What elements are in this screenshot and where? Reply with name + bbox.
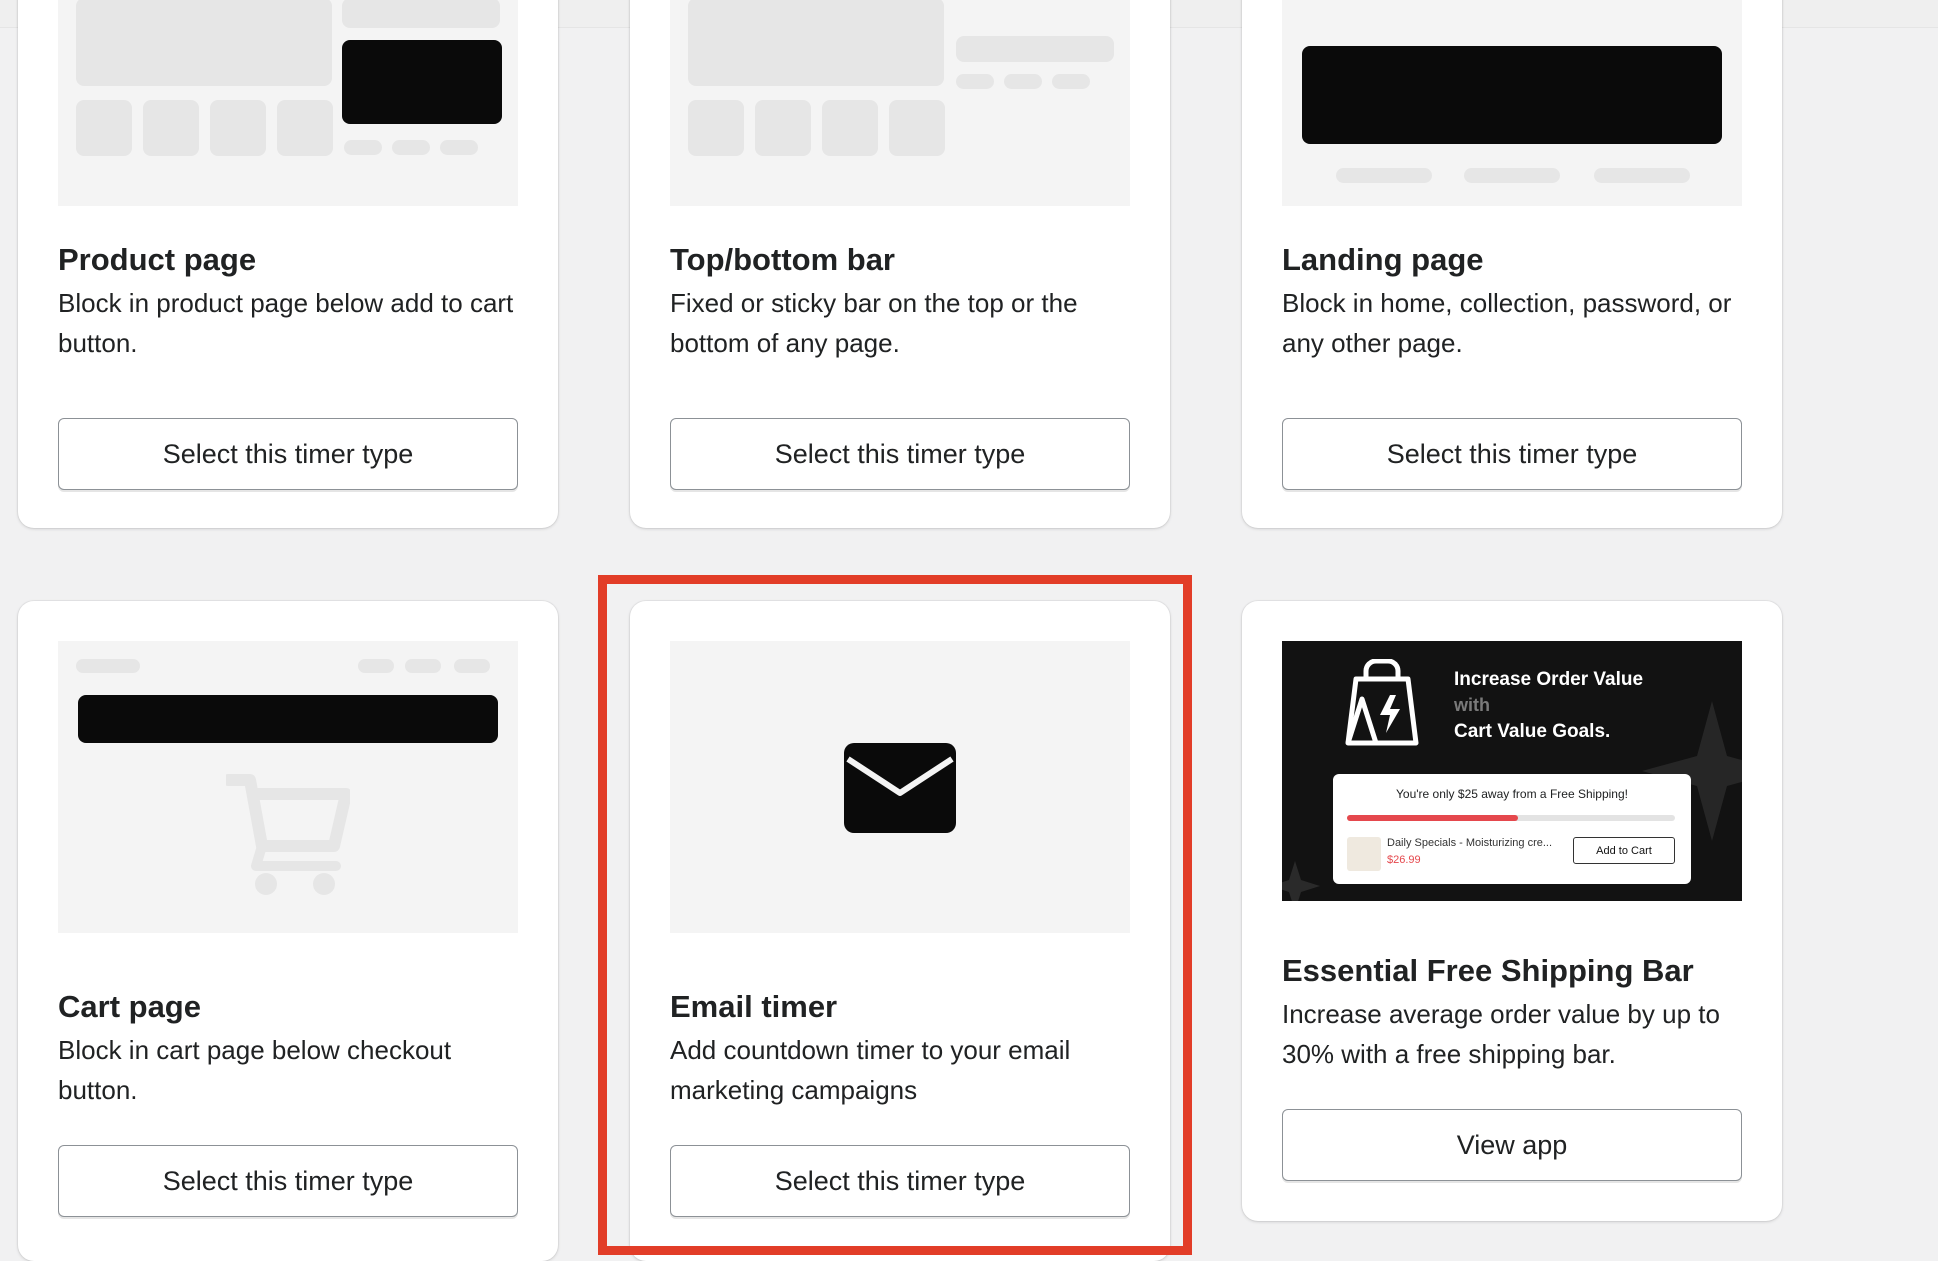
timer-type-card-landing-page: Landing page Block in home, collection, … [1242, 0, 1782, 528]
card-description: Block in home, collection, password, or … [1282, 288, 1732, 358]
shipping-progress-bar [1347, 815, 1675, 821]
landing-page-preview [1282, 0, 1742, 206]
card-title: Landing page [1282, 242, 1484, 277]
timer-type-card-top-bottom-bar: Top/bottom bar Fixed or sticky bar on th… [630, 0, 1170, 528]
top-bottom-bar-preview [670, 0, 1130, 206]
card-title: Essential Free Shipping Bar [1282, 953, 1694, 988]
shopping-cart-icon [226, 774, 350, 895]
email-timer-preview [670, 641, 1130, 933]
card-description: Add countdown timer to your email market… [670, 1035, 1071, 1105]
card-description: Block in cart page below checkout button… [58, 1035, 452, 1105]
card-description: Increase average order value by up to 30… [1282, 999, 1720, 1069]
product-thumbnail [1347, 837, 1381, 871]
select-timer-type-button[interactable]: Select this timer type [1282, 418, 1742, 490]
view-app-button[interactable]: View app [1282, 1109, 1742, 1181]
select-timer-type-button[interactable]: Select this timer type [670, 418, 1130, 490]
select-timer-type-button[interactable]: Select this timer type [58, 1145, 518, 1217]
card-description: Fixed or sticky bar on the top or the bo… [670, 288, 1078, 358]
promo-connector: with [1454, 695, 1490, 715]
shopping-bag-lightning-icon [1345, 659, 1419, 746]
product-page-preview [58, 0, 518, 206]
add-to-cart-button: Add to Cart [1573, 837, 1675, 864]
card-title: Product page [58, 242, 257, 277]
card-title: Top/bottom bar [670, 242, 895, 277]
select-timer-type-button[interactable]: Select this timer type [58, 418, 518, 490]
free-shipping-message: You're only $25 away from a Free Shippin… [1396, 787, 1628, 801]
card-title: Email timer [670, 989, 838, 1024]
promo-subheadline: Cart Value Goals. [1454, 721, 1611, 742]
promo-banner: Increase Order Value with Cart Value Goa… [1282, 641, 1742, 901]
product-name: Daily Specials - Moisturizing cre... [1387, 837, 1553, 849]
product-price: $26.99 [1387, 854, 1421, 866]
app-card-essential-free-shipping-bar: Increase Order Value with Cart Value Goa… [1242, 601, 1782, 1221]
select-timer-type-button[interactable]: Select this timer type [670, 1145, 1130, 1217]
promo-cart-preview: You're only $25 away from a Free Shippin… [1333, 774, 1691, 884]
timer-type-card-cart-page: Cart page Block in cart page below check… [18, 601, 558, 1261]
mail-icon [844, 743, 956, 833]
timer-type-card-email-timer: Email timer Add countdown timer to your … [630, 601, 1170, 1261]
card-description: Block in product page below add to cart … [58, 288, 514, 358]
cart-page-preview [58, 641, 518, 933]
card-title: Cart page [58, 989, 201, 1024]
timer-type-card-product-page: Product page Block in product page below… [18, 0, 558, 528]
promo-headline: Increase Order Value [1454, 669, 1644, 690]
